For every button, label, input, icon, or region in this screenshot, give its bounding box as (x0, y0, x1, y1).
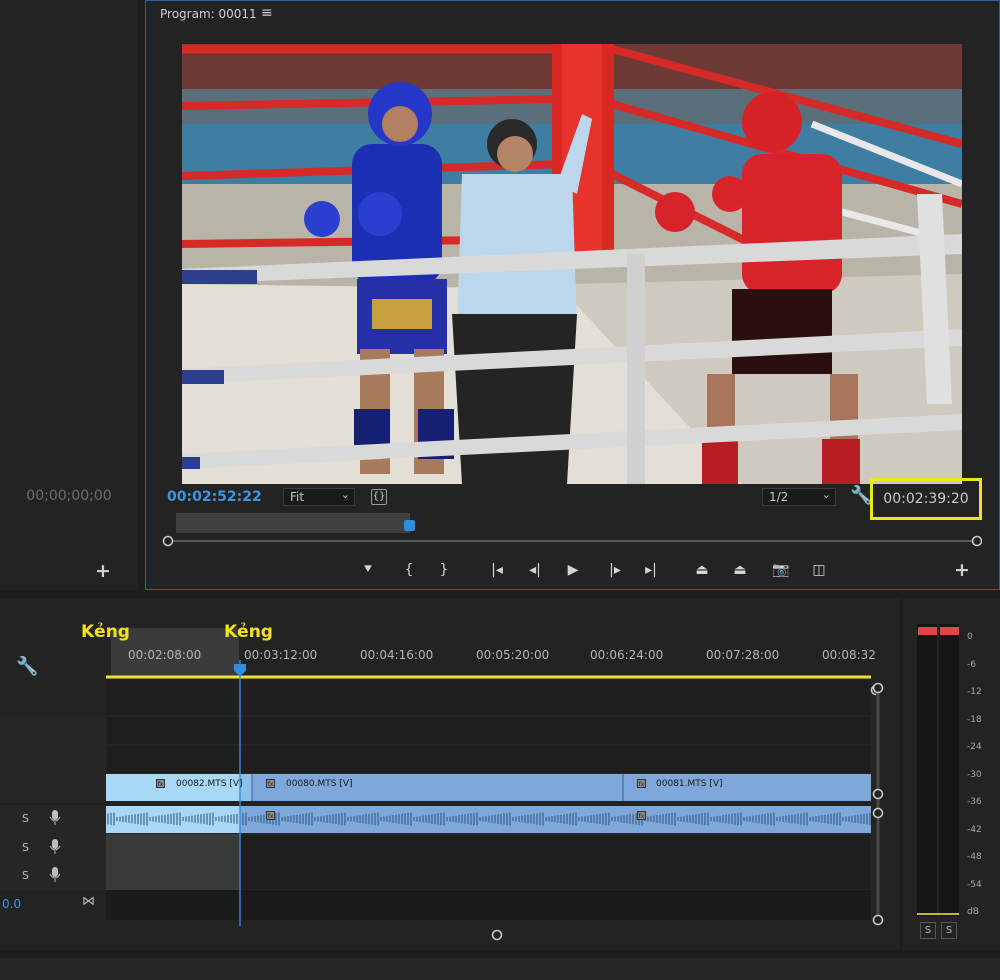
solo-left-button[interactable]: S (920, 922, 936, 939)
peak-indicator-right[interactable] (940, 627, 959, 635)
meter-scale-label: -24 (967, 742, 982, 752)
playback-resolution-select[interactable]: 1/2 ⌄ (762, 488, 836, 506)
ruler-tick-label: 00:02:08:00 (128, 648, 202, 662)
fx-badge-icon: fx (637, 811, 646, 820)
horizontal-scroll-handle[interactable] (490, 928, 504, 942)
go-to-in-button[interactable]: |◂ (486, 557, 508, 583)
marker-label[interactable]: Kẻng (81, 622, 130, 642)
mark-in-icon: { (404, 562, 414, 578)
ruler-tick-label: 00:08:32 (822, 648, 876, 662)
comparison-icon: ◫ (812, 562, 826, 578)
lift-button[interactable]: ⏏ (691, 557, 713, 583)
meter-scale-label: dB (967, 907, 979, 917)
work-area-bar (176, 513, 410, 533)
go-to-out-icon: ▸| (645, 562, 657, 578)
add-marker-button[interactable]: ⯆ (357, 557, 379, 583)
clip-label: 00082.MTS [V] (176, 779, 243, 789)
chevron-down-icon: ⌄ (821, 488, 831, 501)
chevron-down-icon: ⌄ (340, 488, 350, 501)
step-back-button[interactable]: ◂| (524, 557, 546, 583)
go-to-in-icon: |◂ (491, 562, 503, 578)
ruler-tick-label: 00:07:28:00 (706, 648, 780, 662)
track-headers: 🔧 S S S 0.0 ⋈ (0, 598, 106, 928)
play-button[interactable]: ▶ (562, 557, 584, 583)
fx-badge-icon: fx (266, 779, 275, 788)
zoom-handle-right (971, 535, 982, 547)
safe-margins-icon[interactable]: {} (371, 489, 387, 505)
boxing-ring-scene (182, 44, 962, 484)
clip-label: 00080.MTS [V] (286, 779, 353, 789)
microphone-icon[interactable] (48, 810, 62, 886)
step-forward-button[interactable]: |▸ (604, 557, 626, 583)
track-header-v2[interactable] (0, 745, 106, 774)
extract-button[interactable]: ⏏ (729, 557, 751, 583)
meter-scale-label: -42 (967, 824, 982, 835)
ruler-tick-label: 00:03:12:00 (244, 648, 318, 662)
meter-scale-label: -12 (967, 687, 982, 697)
program-monitor-title[interactable]: Program: 00011 (160, 7, 257, 21)
solo-button[interactable]: S (22, 841, 29, 854)
source-timecode[interactable]: 00;00;00;00 (0, 488, 138, 504)
marker-label[interactable]: Kẻng (224, 622, 273, 642)
track-header-v3[interactable] (0, 716, 106, 745)
mark-out-icon: } (439, 562, 449, 578)
zoom-level-select[interactable]: Fit ⌄ (283, 488, 355, 506)
mark-out-button[interactable]: } (433, 557, 455, 583)
solo-button[interactable]: S (22, 869, 29, 882)
solo-button[interactable]: S (22, 812, 29, 825)
step-forward-icon: |▸ (609, 562, 621, 578)
play-icon: ▶ (567, 562, 579, 578)
meter-floor-line (917, 913, 959, 915)
track-header-v1[interactable] (0, 774, 106, 803)
wrench-icon[interactable]: 🔧 (16, 656, 38, 677)
program-video-frame[interactable] (182, 44, 962, 484)
transport-controls: ⯆ {} |◂ ◂| ▶ |▸ ▸| ⏏ ⏏ 📷 ◫ (146, 557, 1000, 587)
timeline-panel: 🔧 S S S 0.0 ⋈ 00:02:08:00 00:03:12:00 00… (0, 598, 900, 950)
bottom-status-bar (0, 958, 1000, 980)
program-add-button[interactable]: + (954, 559, 970, 581)
fx-badge-icon: fx (266, 811, 275, 820)
mini-playhead (404, 520, 415, 531)
fx-badge-icon: fx (156, 779, 165, 788)
meter-channel-left (917, 624, 937, 916)
camera-icon: 📷 (772, 562, 790, 578)
comparison-view-button[interactable]: ◫ (808, 557, 830, 583)
export-frame-button[interactable]: 📷 (770, 557, 792, 583)
marker-icon: ⯆ (362, 562, 374, 578)
meter-scale-label: -18 (967, 714, 982, 725)
zoom-level-value: Fit (290, 490, 305, 504)
meter-scale-label: -6 (967, 659, 976, 670)
solo-right-button[interactable]: S (941, 922, 957, 939)
meter-scale-label: 0 (967, 632, 973, 642)
peak-indicator-left[interactable] (918, 627, 937, 635)
lift-icon: ⏏ (695, 562, 709, 578)
playback-resolution-value: 1/2 (769, 490, 789, 504)
mark-in-button[interactable]: { (398, 557, 420, 583)
clip-label: 00081.MTS [V] (656, 779, 723, 789)
meter-scale-label: -48 (967, 852, 982, 862)
ruler-tick-label: 00:05:20:00 (476, 648, 550, 662)
fx-badge-icon: fx (637, 779, 646, 788)
source-add-button[interactable]: + (95, 560, 111, 582)
timeline-tracks-area[interactable]: 00:02:08:00 00:03:12:00 00:04:16:00 00:05:2… (81, 598, 876, 928)
zoom-handle-left (162, 535, 174, 547)
ruler-tick-label: 00:04:16:00 (360, 648, 434, 662)
program-mini-timeline[interactable] (162, 511, 982, 551)
step-back-icon: ◂| (529, 562, 541, 578)
vertical-zoom-scrollbar[interactable] (870, 678, 886, 938)
meter-scale-label: -30 (967, 769, 982, 780)
master-track-value[interactable]: 0.0 (2, 897, 21, 911)
hamburger-icon[interactable]: ≡ (261, 5, 273, 21)
meter-scale-label: -36 (967, 797, 982, 807)
extract-icon: ⏏ (733, 562, 747, 578)
program-playhead-timecode[interactable]: 00:02:52:22 (167, 489, 262, 505)
program-monitor-panel: Program: 00011 ≡ 00:02:52:22 Fit ⌄ {} 1/… (145, 0, 1000, 590)
meter-scale-label: -54 (967, 879, 982, 890)
go-to-out-button[interactable]: ▸| (640, 557, 662, 583)
source-monitor-panel: 00;00;00;00 + (0, 0, 138, 590)
master-track-expand-icon[interactable]: ⋈ (82, 894, 95, 909)
ruler-tick-label: 00:06:24:00 (590, 648, 664, 662)
audio-meter-panel: 0 -6 -12 -18 -24 -30 -36 -42 -48 -54 dB S S (903, 598, 1000, 950)
meter-channel-right (939, 624, 959, 916)
